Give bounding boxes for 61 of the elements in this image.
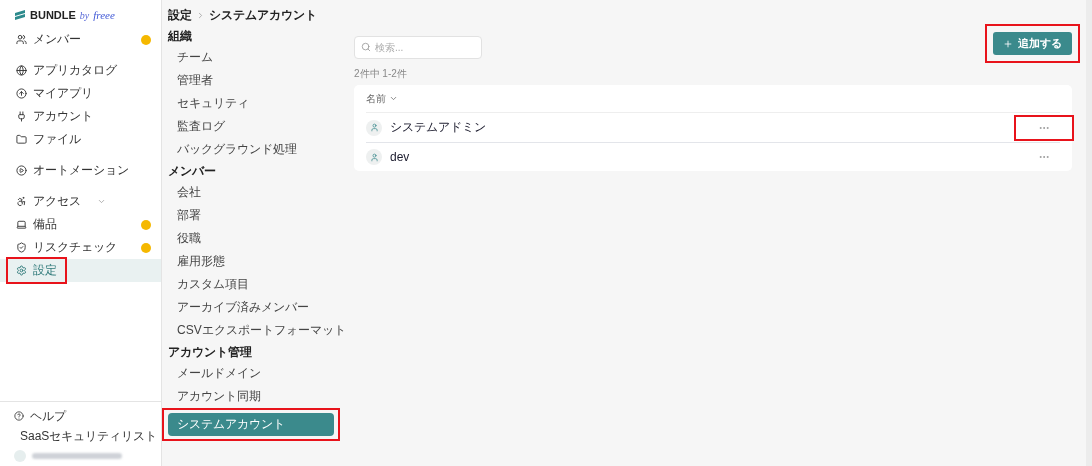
nav-icon xyxy=(16,165,27,176)
sidebar-item[interactable]: メンバー xyxy=(0,28,161,51)
settings-nav-item[interactable]: セキュリティ xyxy=(168,92,340,115)
logo-icon xyxy=(14,9,26,21)
settings-nav-item[interactable]: 雇用形態 xyxy=(168,250,340,273)
settings-nav-item[interactable]: バックグラウンド処理 xyxy=(168,138,340,161)
nav-icon xyxy=(16,242,27,253)
logo-by: by xyxy=(79,9,90,21)
column-header[interactable]: 名前 xyxy=(366,91,386,106)
plus-icon xyxy=(1003,38,1013,49)
account-name: システムアドミン xyxy=(390,119,486,136)
nav-icon xyxy=(16,219,27,230)
settings-nav-item[interactable]: 会社 xyxy=(168,181,340,204)
sidebar-item[interactable]: 設定 xyxy=(0,259,161,282)
account-avatar xyxy=(366,149,382,165)
sidebar-item[interactable]: アクセス xyxy=(0,190,161,213)
sidebar-item[interactable]: 備品 xyxy=(0,213,161,236)
settings-nav-item[interactable]: 管理者 xyxy=(168,69,340,92)
footer-icon xyxy=(14,411,24,421)
settings-nav-item[interactable]: メールドメイン xyxy=(168,362,340,385)
account-name: dev xyxy=(390,150,410,164)
sidebar-item[interactable]: リスクチェック xyxy=(0,236,161,259)
section-title: 組織 xyxy=(168,27,193,45)
sidebar-item[interactable]: オートメーション xyxy=(0,159,161,182)
nav-icon xyxy=(16,196,27,207)
settings-nav-item[interactable]: 部署 xyxy=(168,204,340,227)
nav-icon xyxy=(16,88,27,99)
footer-link[interactable]: ヘルプ xyxy=(0,406,161,426)
settings-nav-item[interactable]: カスタム項目 xyxy=(168,273,340,296)
footer-link[interactable]: SaaSセキュリティリスト xyxy=(0,426,161,446)
annotation-frame: 設定 xyxy=(6,257,67,284)
settings-nav-item[interactable]: 役職 xyxy=(168,227,340,250)
settings-nav-item[interactable]: 監査ログ xyxy=(168,115,340,138)
breadcrumb-item: システムアカウント xyxy=(209,6,317,24)
chevron-down-icon xyxy=(97,197,106,206)
sidebar-item[interactable]: アカウント xyxy=(0,105,161,128)
nav-icon xyxy=(16,34,27,45)
section-title: アカウント管理 xyxy=(168,343,253,361)
sidebar-item[interactable]: アプリカタログ xyxy=(0,59,161,82)
nav-icon xyxy=(16,134,27,145)
sidebar-item[interactable]: ファイル xyxy=(0,128,161,151)
nav-icon xyxy=(16,65,27,76)
search-field[interactable]: 検索... xyxy=(354,36,482,59)
partner-name: freee xyxy=(93,9,115,21)
account-avatar xyxy=(366,119,382,136)
settings-nav-item[interactable]: システムアカウント xyxy=(168,413,334,436)
settings-nav-item[interactable]: アカウント同期 xyxy=(168,385,340,408)
settings-nav-item[interactable]: アーカイブ済みメンバー xyxy=(168,296,340,319)
search-icon xyxy=(361,42,371,52)
settings-nav-item[interactable]: チーム xyxy=(168,46,340,69)
breadcrumb-separator-icon xyxy=(196,10,205,20)
result-count: 2件中 1-2件 xyxy=(354,67,408,81)
user-avatar xyxy=(14,450,26,462)
section-title: メンバー xyxy=(168,162,217,180)
brand-name: BUNDLE xyxy=(30,9,76,21)
nav-icon xyxy=(16,265,27,276)
add-button[interactable]: 追加する xyxy=(993,32,1072,55)
sort-caret-icon xyxy=(389,94,398,103)
breadcrumb-item[interactable]: 設定 xyxy=(168,6,192,24)
nav-icon xyxy=(16,111,27,122)
sidebar-item[interactable]: マイアプリ xyxy=(0,82,161,105)
